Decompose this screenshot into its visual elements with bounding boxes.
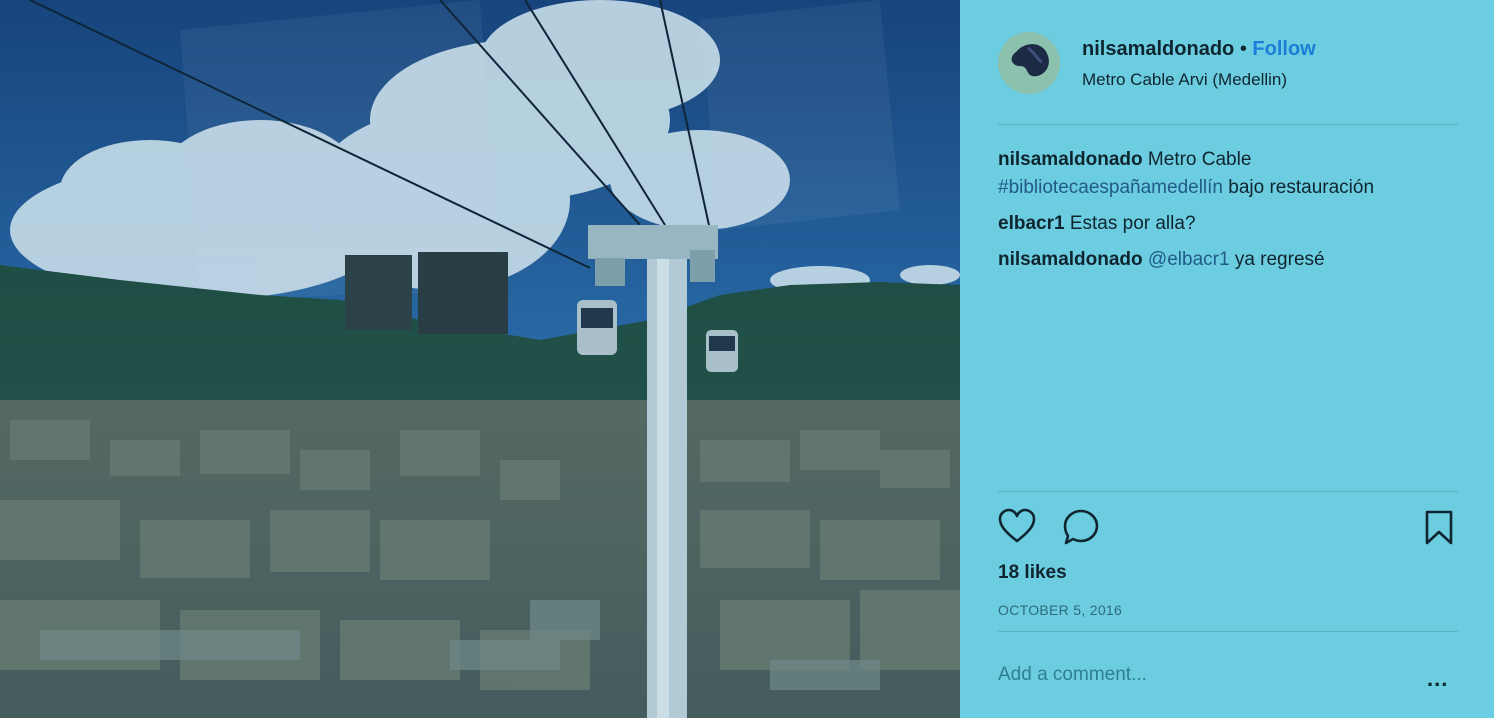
instagram-post: nilsamaldonado • Follow Metro Cable Arvi… xyxy=(0,0,1494,718)
comment-bubble-icon[interactable] xyxy=(1062,508,1100,546)
more-options-icon[interactable]: ... xyxy=(1427,666,1448,692)
post-date[interactable]: OCTOBER 5, 2016 xyxy=(998,602,1122,618)
bookmark-icon[interactable] xyxy=(1424,510,1454,546)
post-location[interactable]: Metro Cable Arvi (Medellin) xyxy=(1082,70,1287,90)
list-item: elbacr1 Estas por alla? xyxy=(998,210,1458,238)
hashtag-link[interactable]: #bibliotecaespañamedellín xyxy=(998,177,1223,198)
divider xyxy=(998,124,1458,125)
comment-text: ya regresé xyxy=(1234,249,1325,270)
post-side-panel: nilsamaldonado • Follow Metro Cable Arvi… xyxy=(960,0,1494,718)
avatar[interactable] xyxy=(998,32,1060,94)
list-item: nilsamaldonado @elbacr1 ya regresé xyxy=(998,246,1458,274)
comment-author[interactable]: nilsamaldonado xyxy=(998,249,1143,270)
cable-car-photo xyxy=(0,0,960,718)
comment-text: bajo restauración xyxy=(1228,177,1375,198)
follow-button[interactable]: Follow xyxy=(1252,38,1315,60)
comments-list: nilsamaldonado Metro Cable #bibliotecaes… xyxy=(998,146,1458,282)
comment-author[interactable]: elbacr1 xyxy=(998,213,1065,234)
mention-link[interactable]: @elbacr1 xyxy=(1148,249,1230,270)
comment-text: Metro Cable xyxy=(1147,149,1252,170)
separator-dot: • xyxy=(1239,38,1247,60)
divider xyxy=(998,491,1458,492)
post-photo[interactable] xyxy=(0,0,960,718)
comment-author[interactable]: nilsamaldonado xyxy=(998,149,1143,170)
divider xyxy=(998,631,1458,632)
post-username-line: nilsamaldonado • Follow xyxy=(1082,38,1316,61)
avatar-image xyxy=(998,32,1060,94)
comment-input[interactable]: Add a comment... xyxy=(998,664,1147,686)
post-header: nilsamaldonado • Follow Metro Cable Arvi… xyxy=(998,30,1458,94)
action-bar xyxy=(998,508,1458,548)
post-username[interactable]: nilsamaldonado xyxy=(1082,38,1234,60)
comment-text: Estas por alla? xyxy=(1069,213,1196,234)
list-item: nilsamaldonado Metro Cable #bibliotecaes… xyxy=(998,146,1458,202)
likes-count[interactable]: 18 likes xyxy=(998,562,1067,584)
heart-icon[interactable] xyxy=(998,508,1036,544)
